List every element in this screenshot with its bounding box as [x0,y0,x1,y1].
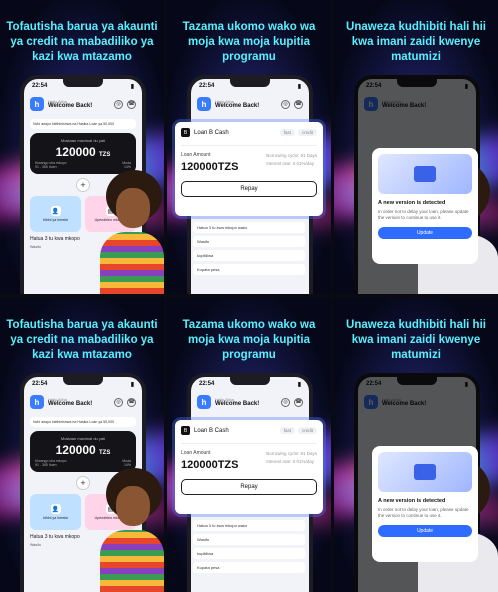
loan-popup: B Loan B Cash fast credit Loan Amount 12000… [175,420,323,514]
woman-photo [100,170,164,294]
limit-label: Mostaan maximal du yati [60,138,106,143]
panel-headline: Tazama ukomo wako wa moja kwa moja kupit… [182,319,316,361]
amount-value: 120000TZS [181,161,239,173]
amount-label: Loan Amount [181,152,211,158]
notice-bar: Nchi anayo kiidhinishwa na Hasika Loan y… [30,119,136,129]
brand-name: Loan B Cash [194,129,229,136]
woman-photo [100,468,164,592]
panel-headline: Unaweza kudhibiti hali hii kwa imani zai… [346,319,486,361]
panel-2: Tazama ukomo wako wa moja kwa moja kupit… [167,0,331,294]
globe-icon[interactable]: ◎ [114,99,123,109]
rate-text: Interest rate: 0.01%/day [266,161,314,166]
list-item[interactable]: kupitiliwa [193,548,305,559]
cycle-text: Borrowing cycle: 91 Days [266,153,317,158]
update-dialog: A new version is detected In order not t… [372,148,478,264]
app-logo: h [30,97,44,111]
list-item[interactable]: Kupata pesa [193,264,305,275]
support-icon[interactable]: ☎ [127,397,136,407]
panel-headline: Unaweza kudhibiti hali hii kwa imani zai… [346,21,486,63]
support-icon[interactable]: ☎ [294,397,303,407]
panel-5: Tazama ukomo wako wa moja kwa moja kupit… [167,298,331,592]
globe-icon[interactable]: ◎ [281,99,290,109]
add-button[interactable]: + [76,178,90,192]
steps-list: Hatua 3 tu kwa mkopo wako Wasifu kupitil… [193,520,305,576]
loan-amount: 120000 TZS [55,145,111,159]
list-item[interactable]: Kupata pesa [193,562,305,573]
tile-approval[interactable]: 👤 Idhini ya hereke [30,494,81,530]
update-button[interactable]: Update [378,227,472,239]
repay-button[interactable]: Repay [181,479,317,495]
add-button[interactable]: + [76,476,90,490]
greeting: Hello Alina Welcome Back! [48,99,93,109]
tile-approval[interactable]: 👤 Idhini ya hereke [30,196,81,232]
list-item[interactable]: Wasifu [193,534,305,545]
notch [63,79,103,87]
panel-headline: Tofautisha barua ya akaunti ya credit na… [6,21,158,63]
chip-fast: fast [279,129,295,136]
support-icon[interactable]: ☎ [294,99,303,109]
panel-4: Tofautisha barua ya akaunti ya credit na… [0,298,164,592]
support-icon[interactable]: ☎ [127,99,136,109]
globe-icon[interactable]: ◎ [114,397,123,407]
panel-3: Unaweza kudhibiti hali hii kwa imani zai… [334,0,498,294]
panel-headline: Tofautisha barua ya akaunti ya credit na… [6,319,158,361]
clock: 22:54 [32,83,48,89]
steps-list: Hatua 3 tu kwa mkopo wako Wasifu kupitil… [193,222,305,278]
list-item[interactable]: kupitiliwa [193,250,305,261]
user-icon: 👤 [50,206,61,216]
list-item[interactable]: Wasifu [193,236,305,247]
update-illustration [378,154,472,194]
panel-6: Unaweza kudhibiti hali hii kwa imani zai… [334,298,498,592]
update-title: A new version is detected [378,200,446,206]
panel-headline: Tazama ukomo wako wa moja kwa moja kupit… [182,21,316,63]
update-dialog: A new version is detected In order not t… [372,446,478,562]
brand-logo: B [181,128,190,137]
battery-icon: ▮ [130,83,134,90]
list-title: Hatua 3 tu kwa mkopo wako [193,222,305,233]
update-button[interactable]: Update [378,525,472,537]
globe-icon[interactable]: ◎ [281,397,290,407]
panel-1: Tofautisha barua ya akaunti ya credit na… [0,0,164,294]
update-body: In order not to delay your loan, please … [378,209,469,220]
app-header: h Hello Alina Welcome Back! ◎ ☎ [24,93,142,115]
promo-grid: Tofautisha barua ya akaunti ya credit na… [0,0,498,592]
chip-credit: credit [297,129,317,136]
loan-popup: B Loan B Cash fast credit Loan Amount 12000… [175,122,323,216]
loan-card: Mostaan maximal du yati 120000 TZS Kiwan… [30,133,136,174]
repay-button[interactable]: Repay [181,181,317,197]
